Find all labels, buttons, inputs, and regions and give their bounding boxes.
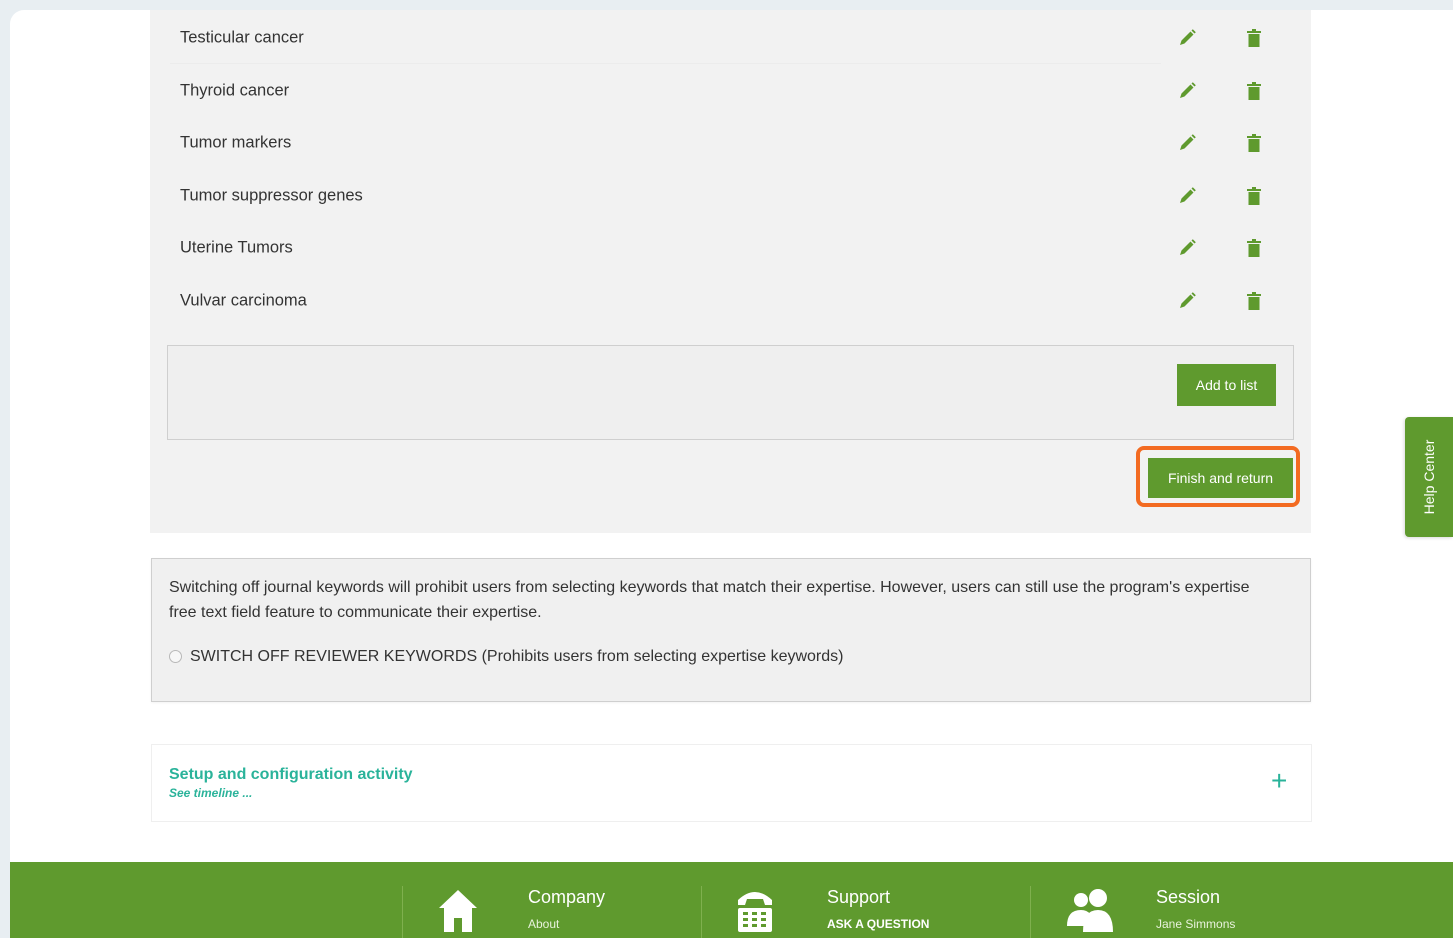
footer-session-title: Session	[1156, 887, 1221, 907]
trash-icon[interactable]	[1246, 29, 1262, 47]
footer-support-title: Support	[827, 887, 891, 907]
keyword-label: Tumor markers	[180, 133, 292, 152]
help-center-tab[interactable]: Help Center	[1405, 417, 1453, 537]
keyword-row: Testicular cancer	[150, 12, 1311, 64]
add-to-list-button[interactable]: Add to list	[1177, 364, 1276, 406]
keyword-label: Thyroid cancer	[180, 81, 290, 100]
activity-title[interactable]: Setup and configuration activity	[169, 766, 413, 784]
pencil-icon[interactable]	[1177, 133, 1197, 153]
switch-description: Switching off journal keywords will proh…	[169, 579, 1250, 621]
switch-off-keywords-radio[interactable]	[169, 650, 182, 663]
pencil-icon[interactable]	[1177, 28, 1197, 48]
activity-section: Setup and configuration activity See tim…	[151, 744, 1312, 822]
page: Testicular cancer Thyroid cancer Tumor m…	[10, 10, 1453, 938]
keyword-label: Uterine Tumors	[180, 238, 293, 257]
trash-icon[interactable]	[1246, 292, 1262, 310]
footer: Company About Support ASK A QUESTION Ses…	[10, 862, 1453, 938]
add-keyword-box: Add to list	[167, 345, 1294, 440]
trash-icon[interactable]	[1246, 239, 1262, 257]
keyword-list-panel: Testicular cancer Thyroid cancer Tumor m…	[150, 10, 1311, 533]
trash-icon[interactable]	[1246, 134, 1262, 152]
footer-ask-question-link[interactable]: ASK A QUESTION	[827, 917, 929, 931]
keyword-label: Vulvar carcinoma	[180, 291, 307, 310]
finish-and-return-button[interactable]: Finish and return	[1148, 458, 1293, 498]
pencil-icon[interactable]	[1177, 291, 1197, 311]
help-center-label: Help Center	[1421, 439, 1437, 515]
pencil-icon[interactable]	[1177, 186, 1197, 206]
keyword-row: Tumor markers	[150, 117, 1311, 169]
switch-off-keywords-label[interactable]: SWITCH OFF REVIEWER KEYWORDS (Prohibits …	[190, 648, 843, 666]
pencil-icon[interactable]	[1177, 238, 1197, 258]
keyword-row: Uterine Tumors	[150, 222, 1311, 274]
keyword-row: Tumor suppressor genes	[150, 170, 1311, 222]
footer-divider	[1030, 886, 1031, 938]
users-icon	[1067, 889, 1113, 932]
row-divider	[170, 63, 1161, 64]
trash-icon[interactable]	[1246, 82, 1262, 100]
keyword-row: Thyroid cancer	[150, 65, 1311, 117]
footer-divider	[701, 886, 702, 938]
keyword-label: Tumor suppressor genes	[180, 186, 363, 205]
home-icon	[439, 890, 477, 932]
keyword-label: Testicular cancer	[180, 28, 304, 47]
see-timeline-link[interactable]: See timeline ...	[169, 786, 252, 800]
trash-icon[interactable]	[1246, 187, 1262, 205]
footer-about-link[interactable]: About	[528, 917, 559, 931]
switch-keywords-section: Switching off journal keywords will proh…	[151, 558, 1311, 702]
keyword-row: Vulvar carcinoma	[150, 275, 1311, 327]
telephone-icon	[738, 892, 772, 932]
footer-divider	[402, 886, 403, 938]
footer-company-title: Company	[528, 887, 606, 907]
expand-plus-icon[interactable]: +	[1271, 767, 1287, 795]
footer-session-user[interactable]: Jane Simmons	[1156, 917, 1235, 931]
pencil-icon[interactable]	[1177, 81, 1197, 101]
